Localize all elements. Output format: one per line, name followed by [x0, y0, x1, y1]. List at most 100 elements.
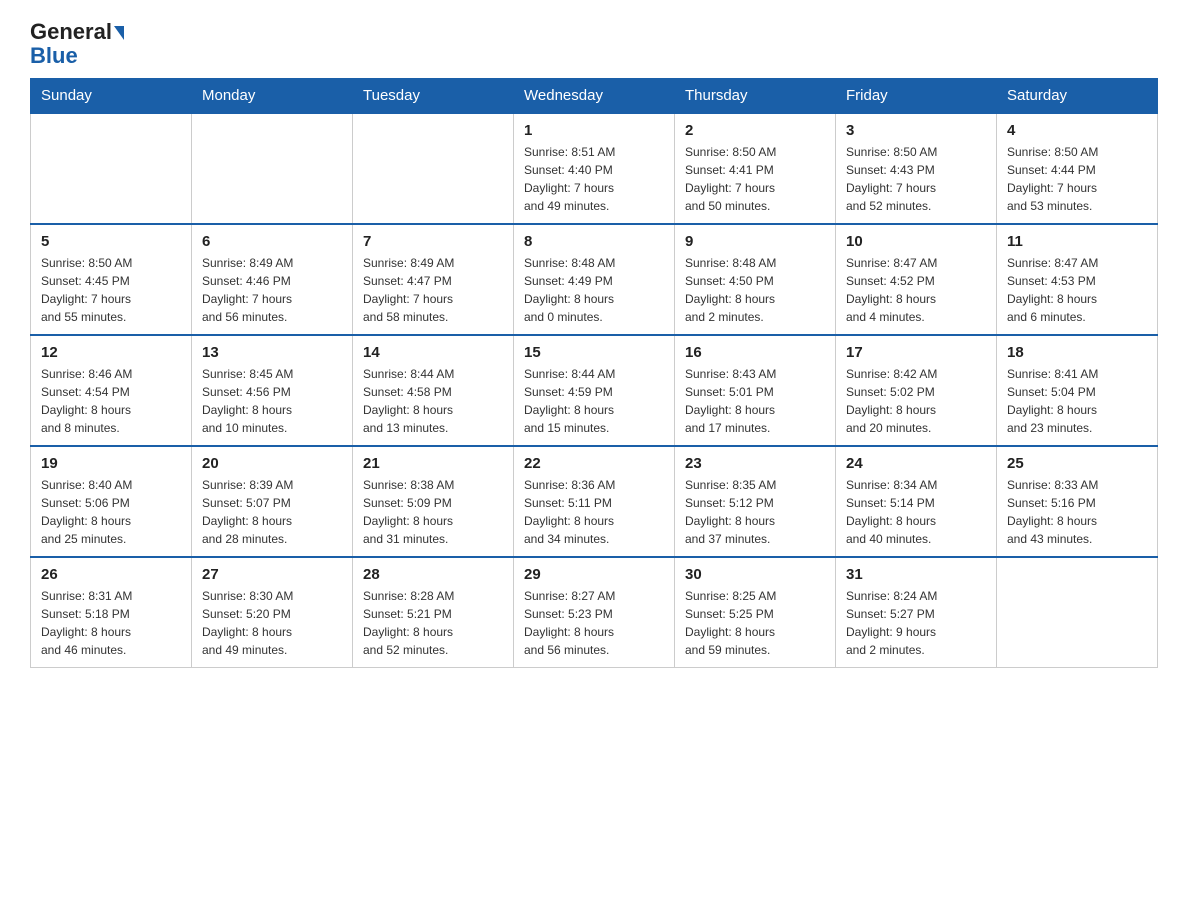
day-number: 25 — [1007, 455, 1147, 472]
day-info: Sunrise: 8:38 AM Sunset: 5:09 PM Dayligh… — [363, 476, 503, 548]
calendar-day-20: 20Sunrise: 8:39 AM Sunset: 5:07 PM Dayli… — [192, 446, 353, 557]
day-number: 16 — [685, 344, 825, 361]
logo-triangle-icon — [114, 26, 124, 40]
day-number: 5 — [41, 233, 181, 250]
day-number: 2 — [685, 122, 825, 139]
day-info: Sunrise: 8:46 AM Sunset: 4:54 PM Dayligh… — [41, 365, 181, 437]
calendar-day-1: 1 Sunrise: 8:51 AM Sunset: 4:40 PM Daylig… — [514, 113, 675, 224]
day-number: 28 — [363, 566, 503, 583]
calendar-day-14: 14Sunrise: 8:44 AM Sunset: 4:58 PM Dayli… — [353, 335, 514, 446]
calendar-week-row: 5 Sunrise: 8:50 AM Sunset: 4:45 PM Daylig… — [31, 224, 1158, 335]
day-header-sunday: Sunday — [31, 79, 192, 114]
day-header-thursday: Thursday — [675, 79, 836, 114]
day-number: 10 — [846, 233, 986, 250]
calendar-day-10: 10 Sunrise: 8:47 AM Sunset: 4:52 PM Dayli… — [836, 224, 997, 335]
day-number: 9 — [685, 233, 825, 250]
calendar-header-row: SundayMondayTuesdayWednesdayThursdayFrid… — [31, 79, 1158, 114]
day-number: 31 — [846, 566, 986, 583]
day-info: Sunrise: 8:36 AM Sunset: 5:11 PM Dayligh… — [524, 476, 664, 548]
day-number: 7 — [363, 233, 503, 250]
day-info: Sunrise: 8:47 AM Sunset: 4:53 PM Dayligh… — [1007, 254, 1147, 326]
day-header-monday: Monday — [192, 79, 353, 114]
calendar-day-9: 9 Sunrise: 8:48 AM Sunset: 4:50 PM Daylig… — [675, 224, 836, 335]
day-header-saturday: Saturday — [997, 79, 1158, 114]
day-info: Sunrise: 8:49 AM Sunset: 4:47 PM Dayligh… — [363, 254, 503, 326]
day-number: 8 — [524, 233, 664, 250]
calendar-day-29: 29Sunrise: 8:27 AM Sunset: 5:23 PM Dayli… — [514, 557, 675, 668]
day-header-friday: Friday — [836, 79, 997, 114]
calendar-day-18: 18Sunrise: 8:41 AM Sunset: 5:04 PM Dayli… — [997, 335, 1158, 446]
calendar-day-26: 26 Sunrise: 8:31 AM Sunset: 5:18 PM Dayli… — [31, 557, 192, 668]
calendar-week-row: 26 Sunrise: 8:31 AM Sunset: 5:18 PM Dayli… — [31, 557, 1158, 668]
calendar-day-6: 6 Sunrise: 8:49 AM Sunset: 4:46 PM Daylig… — [192, 224, 353, 335]
day-number: 3 — [846, 122, 986, 139]
day-number: 30 — [685, 566, 825, 583]
day-info: Sunrise: 8:24 AM Sunset: 5:27 PM Dayligh… — [846, 587, 986, 659]
calendar-day-24: 24Sunrise: 8:34 AM Sunset: 5:14 PM Dayli… — [836, 446, 997, 557]
day-number: 21 — [363, 455, 503, 472]
day-number: 17 — [846, 344, 986, 361]
calendar-day-22: 22 Sunrise: 8:36 AM Sunset: 5:11 PM Dayli… — [514, 446, 675, 557]
day-info: Sunrise: 8:47 AM Sunset: 4:52 PM Dayligh… — [846, 254, 986, 326]
day-header-tuesday: Tuesday — [353, 79, 514, 114]
day-number: 19 — [41, 455, 181, 472]
calendar-empty-cell — [997, 557, 1158, 668]
calendar-week-row: 19 Sunrise: 8:40 AM Sunset: 5:06 PM Dayli… — [31, 446, 1158, 557]
day-number: 23 — [685, 455, 825, 472]
day-info: Sunrise: 8:51 AM Sunset: 4:40 PM Dayligh… — [524, 143, 664, 215]
day-info: Sunrise: 8:28 AM Sunset: 5:21 PM Dayligh… — [363, 587, 503, 659]
calendar-day-3: 3Sunrise: 8:50 AM Sunset: 4:43 PM Daylig… — [836, 113, 997, 224]
day-info: Sunrise: 8:43 AM Sunset: 5:01 PM Dayligh… — [685, 365, 825, 437]
day-info: Sunrise: 8:44 AM Sunset: 4:59 PM Dayligh… — [524, 365, 664, 437]
day-info: Sunrise: 8:50 AM Sunset: 4:41 PM Dayligh… — [685, 143, 825, 215]
day-number: 27 — [202, 566, 342, 583]
day-info: Sunrise: 8:35 AM Sunset: 5:12 PM Dayligh… — [685, 476, 825, 548]
calendar-day-5: 5 Sunrise: 8:50 AM Sunset: 4:45 PM Daylig… — [31, 224, 192, 335]
calendar-week-row: 1 Sunrise: 8:51 AM Sunset: 4:40 PM Daylig… — [31, 113, 1158, 224]
calendar-day-25: 25Sunrise: 8:33 AM Sunset: 5:16 PM Dayli… — [997, 446, 1158, 557]
calendar-day-17: 17 Sunrise: 8:42 AM Sunset: 5:02 PM Dayli… — [836, 335, 997, 446]
day-number: 18 — [1007, 344, 1147, 361]
day-info: Sunrise: 8:49 AM Sunset: 4:46 PM Dayligh… — [202, 254, 342, 326]
day-info: Sunrise: 8:44 AM Sunset: 4:58 PM Dayligh… — [363, 365, 503, 437]
day-number: 11 — [1007, 233, 1147, 250]
day-info: Sunrise: 8:39 AM Sunset: 5:07 PM Dayligh… — [202, 476, 342, 548]
day-info: Sunrise: 8:48 AM Sunset: 4:50 PM Dayligh… — [685, 254, 825, 326]
day-number: 12 — [41, 344, 181, 361]
day-number: 15 — [524, 344, 664, 361]
day-number: 6 — [202, 233, 342, 250]
calendar-day-15: 15 Sunrise: 8:44 AM Sunset: 4:59 PM Dayli… — [514, 335, 675, 446]
calendar-table: SundayMondayTuesdayWednesdayThursdayFrid… — [30, 78, 1158, 668]
calendar-day-8: 8 Sunrise: 8:48 AM Sunset: 4:49 PM Daylig… — [514, 224, 675, 335]
calendar-empty-cell — [31, 113, 192, 224]
day-number: 26 — [41, 566, 181, 583]
logo: General Blue — [30, 20, 124, 68]
calendar-empty-cell — [192, 113, 353, 224]
day-info: Sunrise: 8:31 AM Sunset: 5:18 PM Dayligh… — [41, 587, 181, 659]
day-info: Sunrise: 8:42 AM Sunset: 5:02 PM Dayligh… — [846, 365, 986, 437]
calendar-day-19: 19 Sunrise: 8:40 AM Sunset: 5:06 PM Dayli… — [31, 446, 192, 557]
calendar-day-11: 11 Sunrise: 8:47 AM Sunset: 4:53 PM Dayli… — [997, 224, 1158, 335]
day-info: Sunrise: 8:50 AM Sunset: 4:45 PM Dayligh… — [41, 254, 181, 326]
calendar-empty-cell — [353, 113, 514, 224]
day-info: Sunrise: 8:50 AM Sunset: 4:44 PM Dayligh… — [1007, 143, 1147, 215]
calendar-day-4: 4 Sunrise: 8:50 AM Sunset: 4:44 PM Daylig… — [997, 113, 1158, 224]
day-info: Sunrise: 8:25 AM Sunset: 5:25 PM Dayligh… — [685, 587, 825, 659]
day-number: 24 — [846, 455, 986, 472]
day-info: Sunrise: 8:27 AM Sunset: 5:23 PM Dayligh… — [524, 587, 664, 659]
day-info: Sunrise: 8:48 AM Sunset: 4:49 PM Dayligh… — [524, 254, 664, 326]
calendar-day-16: 16 Sunrise: 8:43 AM Sunset: 5:01 PM Dayli… — [675, 335, 836, 446]
calendar-day-31: 31 Sunrise: 8:24 AM Sunset: 5:27 PM Dayli… — [836, 557, 997, 668]
calendar-day-7: 7 Sunrise: 8:49 AM Sunset: 4:47 PM Daylig… — [353, 224, 514, 335]
day-number: 4 — [1007, 122, 1147, 139]
day-number: 22 — [524, 455, 664, 472]
logo-blue-text: Blue — [30, 43, 78, 68]
day-header-wednesday: Wednesday — [514, 79, 675, 114]
calendar-day-23: 23 Sunrise: 8:35 AM Sunset: 5:12 PM Dayli… — [675, 446, 836, 557]
day-info: Sunrise: 8:30 AM Sunset: 5:20 PM Dayligh… — [202, 587, 342, 659]
calendar-week-row: 12 Sunrise: 8:46 AM Sunset: 4:54 PM Dayli… — [31, 335, 1158, 446]
day-info: Sunrise: 8:45 AM Sunset: 4:56 PM Dayligh… — [202, 365, 342, 437]
calendar-day-28: 28 Sunrise: 8:28 AM Sunset: 5:21 PM Dayli… — [353, 557, 514, 668]
day-number: 1 — [524, 122, 664, 139]
day-info: Sunrise: 8:40 AM Sunset: 5:06 PM Dayligh… — [41, 476, 181, 548]
